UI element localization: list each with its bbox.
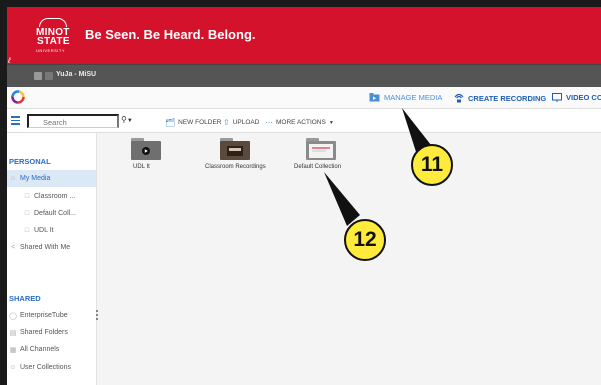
- sidebar-item-classroom[interactable]: □ Classroom ...: [7, 188, 96, 205]
- callout-badge-a: 11: [411, 144, 453, 186]
- browser-tab-bar: YuJa - MiSU: [7, 64, 601, 87]
- nav-video-conference[interactable]: VIDEO CON: [552, 93, 601, 102]
- sidebar-heading-shared: SHARED: [9, 294, 41, 303]
- nav-video-conference-label: VIDEO CON: [566, 93, 601, 102]
- folder-label-classroom-recordings[interactable]: Classroom Recordings: [205, 164, 266, 170]
- globe-icon: ◯: [9, 312, 17, 320]
- logo-line3: UNIVERSITY: [36, 48, 66, 53]
- upload-label: UPLOAD: [232, 119, 260, 126]
- sidebar-item-label: Shared Folders: [20, 329, 68, 336]
- folder-icon: □: [24, 193, 30, 200]
- more-actions-button[interactable]: ⋯ MORE ACTIONS ▼: [265, 118, 334, 127]
- sidebar-item-label: My Media: [20, 175, 51, 182]
- sidebar-resize-handle[interactable]: [96, 310, 98, 322]
- yuja-logo-icon[interactable]: [11, 90, 25, 104]
- folder-stack-icon: ▤: [9, 329, 17, 337]
- new-folder-button[interactable]: 🗂 NEW FOLDER: [165, 118, 222, 127]
- nav-create-recording-label: CREATE RECORDING: [468, 93, 547, 103]
- doc-thumbnail-icon: [309, 144, 333, 158]
- folder-icon: □: [24, 227, 30, 234]
- sidebar-item-label: EnterpriseTube: [20, 312, 68, 319]
- more-actions-label: MORE ACTIONS: [276, 119, 326, 126]
- logo-crown-icon: [39, 18, 67, 27]
- folder-label-udl-it[interactable]: UDL It: [133, 164, 150, 170]
- broadcast-icon: [454, 93, 464, 103]
- folder-tile-udl-it[interactable]: [131, 138, 161, 160]
- video-icon: [142, 147, 150, 155]
- tab-title[interactable]: YuJa - MiSU: [56, 71, 96, 78]
- banner-tagline: Be Seen. Be Heard. Belong.: [85, 27, 256, 42]
- nav-manage-media[interactable]: MANAGE MEDIA: [369, 93, 442, 102]
- nav-manage-media-label: MANAGE MEDIA: [384, 93, 443, 102]
- sidebar-item-shared-with-me[interactable]: < Shared With Me: [7, 239, 96, 256]
- media-toolbar: ⚲▼ 🗂 NEW FOLDER ⇧ UPLOAD ⋯ MORE ACTIONS …: [7, 109, 601, 133]
- sidebar-item-label: Classroom ...: [34, 193, 76, 200]
- sidebar-item-label: Shared With Me: [20, 244, 71, 251]
- new-folder-icon: 🗂: [165, 118, 176, 127]
- sidebar-item-udl-it[interactable]: □ UDL It: [7, 222, 96, 239]
- sidebar-item-label: UDL It: [34, 227, 54, 234]
- search-input[interactable]: [27, 114, 119, 128]
- chevron-down-icon: ▼: [328, 119, 334, 126]
- callout-pointer-b: [324, 172, 360, 226]
- logo-line2: STATE: [37, 36, 70, 47]
- sidebar-item-my-media[interactable]: ⌂ My Media: [7, 170, 96, 187]
- sidebar-item-user-collections[interactable]: ☺ User Collections: [7, 359, 96, 376]
- folder-icon: □: [24, 210, 30, 217]
- new-folder-label: NEW FOLDER: [178, 119, 222, 126]
- tab-back-icon[interactable]: [34, 72, 42, 80]
- university-banner: MINOT STATE UNIVERSITY Be Seen. Be Heard…: [7, 7, 601, 65]
- presentation-icon: [552, 93, 562, 102]
- sidebar-item-shared-folders[interactable]: ▤ Shared Folders: [7, 324, 96, 341]
- sidebar-item-enterprisetube[interactable]: ◯ EnterpriseTube: [7, 307, 96, 324]
- sidebar-item-label: All Channels: [20, 346, 60, 353]
- app-frame: MINOT STATE UNIVERSITY Be Seen. Be Heard…: [7, 7, 601, 385]
- app-header: MANAGE MEDIA CREATE RECORDING VIDEO CON: [7, 87, 601, 109]
- sidebar-item-default-collection[interactable]: □ Default Coll...: [7, 205, 96, 222]
- sidebar-item-label: Default Coll...: [34, 210, 77, 217]
- more-dots-icon: ⋯: [265, 118, 273, 127]
- nav-create-recording[interactable]: CREATE RECORDING: [454, 93, 546, 103]
- home-icon: ⌂: [10, 175, 16, 182]
- user-icon: ☺: [9, 364, 17, 371]
- sidebar-heading-personal: PERSONAL: [9, 157, 51, 166]
- chevron-down-icon: ▼: [126, 118, 133, 124]
- folder-tile-classroom-recordings[interactable]: [220, 138, 250, 160]
- sidebar-item-all-channels[interactable]: ▦ All Channels: [7, 341, 96, 358]
- upload-button[interactable]: ⇧ UPLOAD: [223, 118, 259, 127]
- callout-badge-b: 12: [344, 219, 386, 261]
- screen-thumbnail-icon: [227, 146, 243, 156]
- search-dropdown-button[interactable]: ⚲▼: [121, 115, 133, 124]
- media-library-icon: [369, 93, 380, 102]
- tab-home-icon[interactable]: [45, 72, 53, 80]
- menu-hamburger-icon[interactable]: [11, 116, 20, 125]
- sidebar-item-label: User Collections: [20, 364, 71, 371]
- upload-icon: ⇧: [223, 118, 230, 127]
- folder-label-default-collection[interactable]: Default Collection: [294, 164, 341, 170]
- sidebar: PERSONAL ⌂ My Media □ Classroom ... □ De…: [7, 133, 97, 385]
- folder-tile-default-collection[interactable]: [306, 138, 336, 160]
- channels-icon: ▦: [9, 346, 17, 354]
- university-logo: MINOT STATE UNIVERSITY: [33, 18, 75, 56]
- share-icon: <: [10, 244, 16, 251]
